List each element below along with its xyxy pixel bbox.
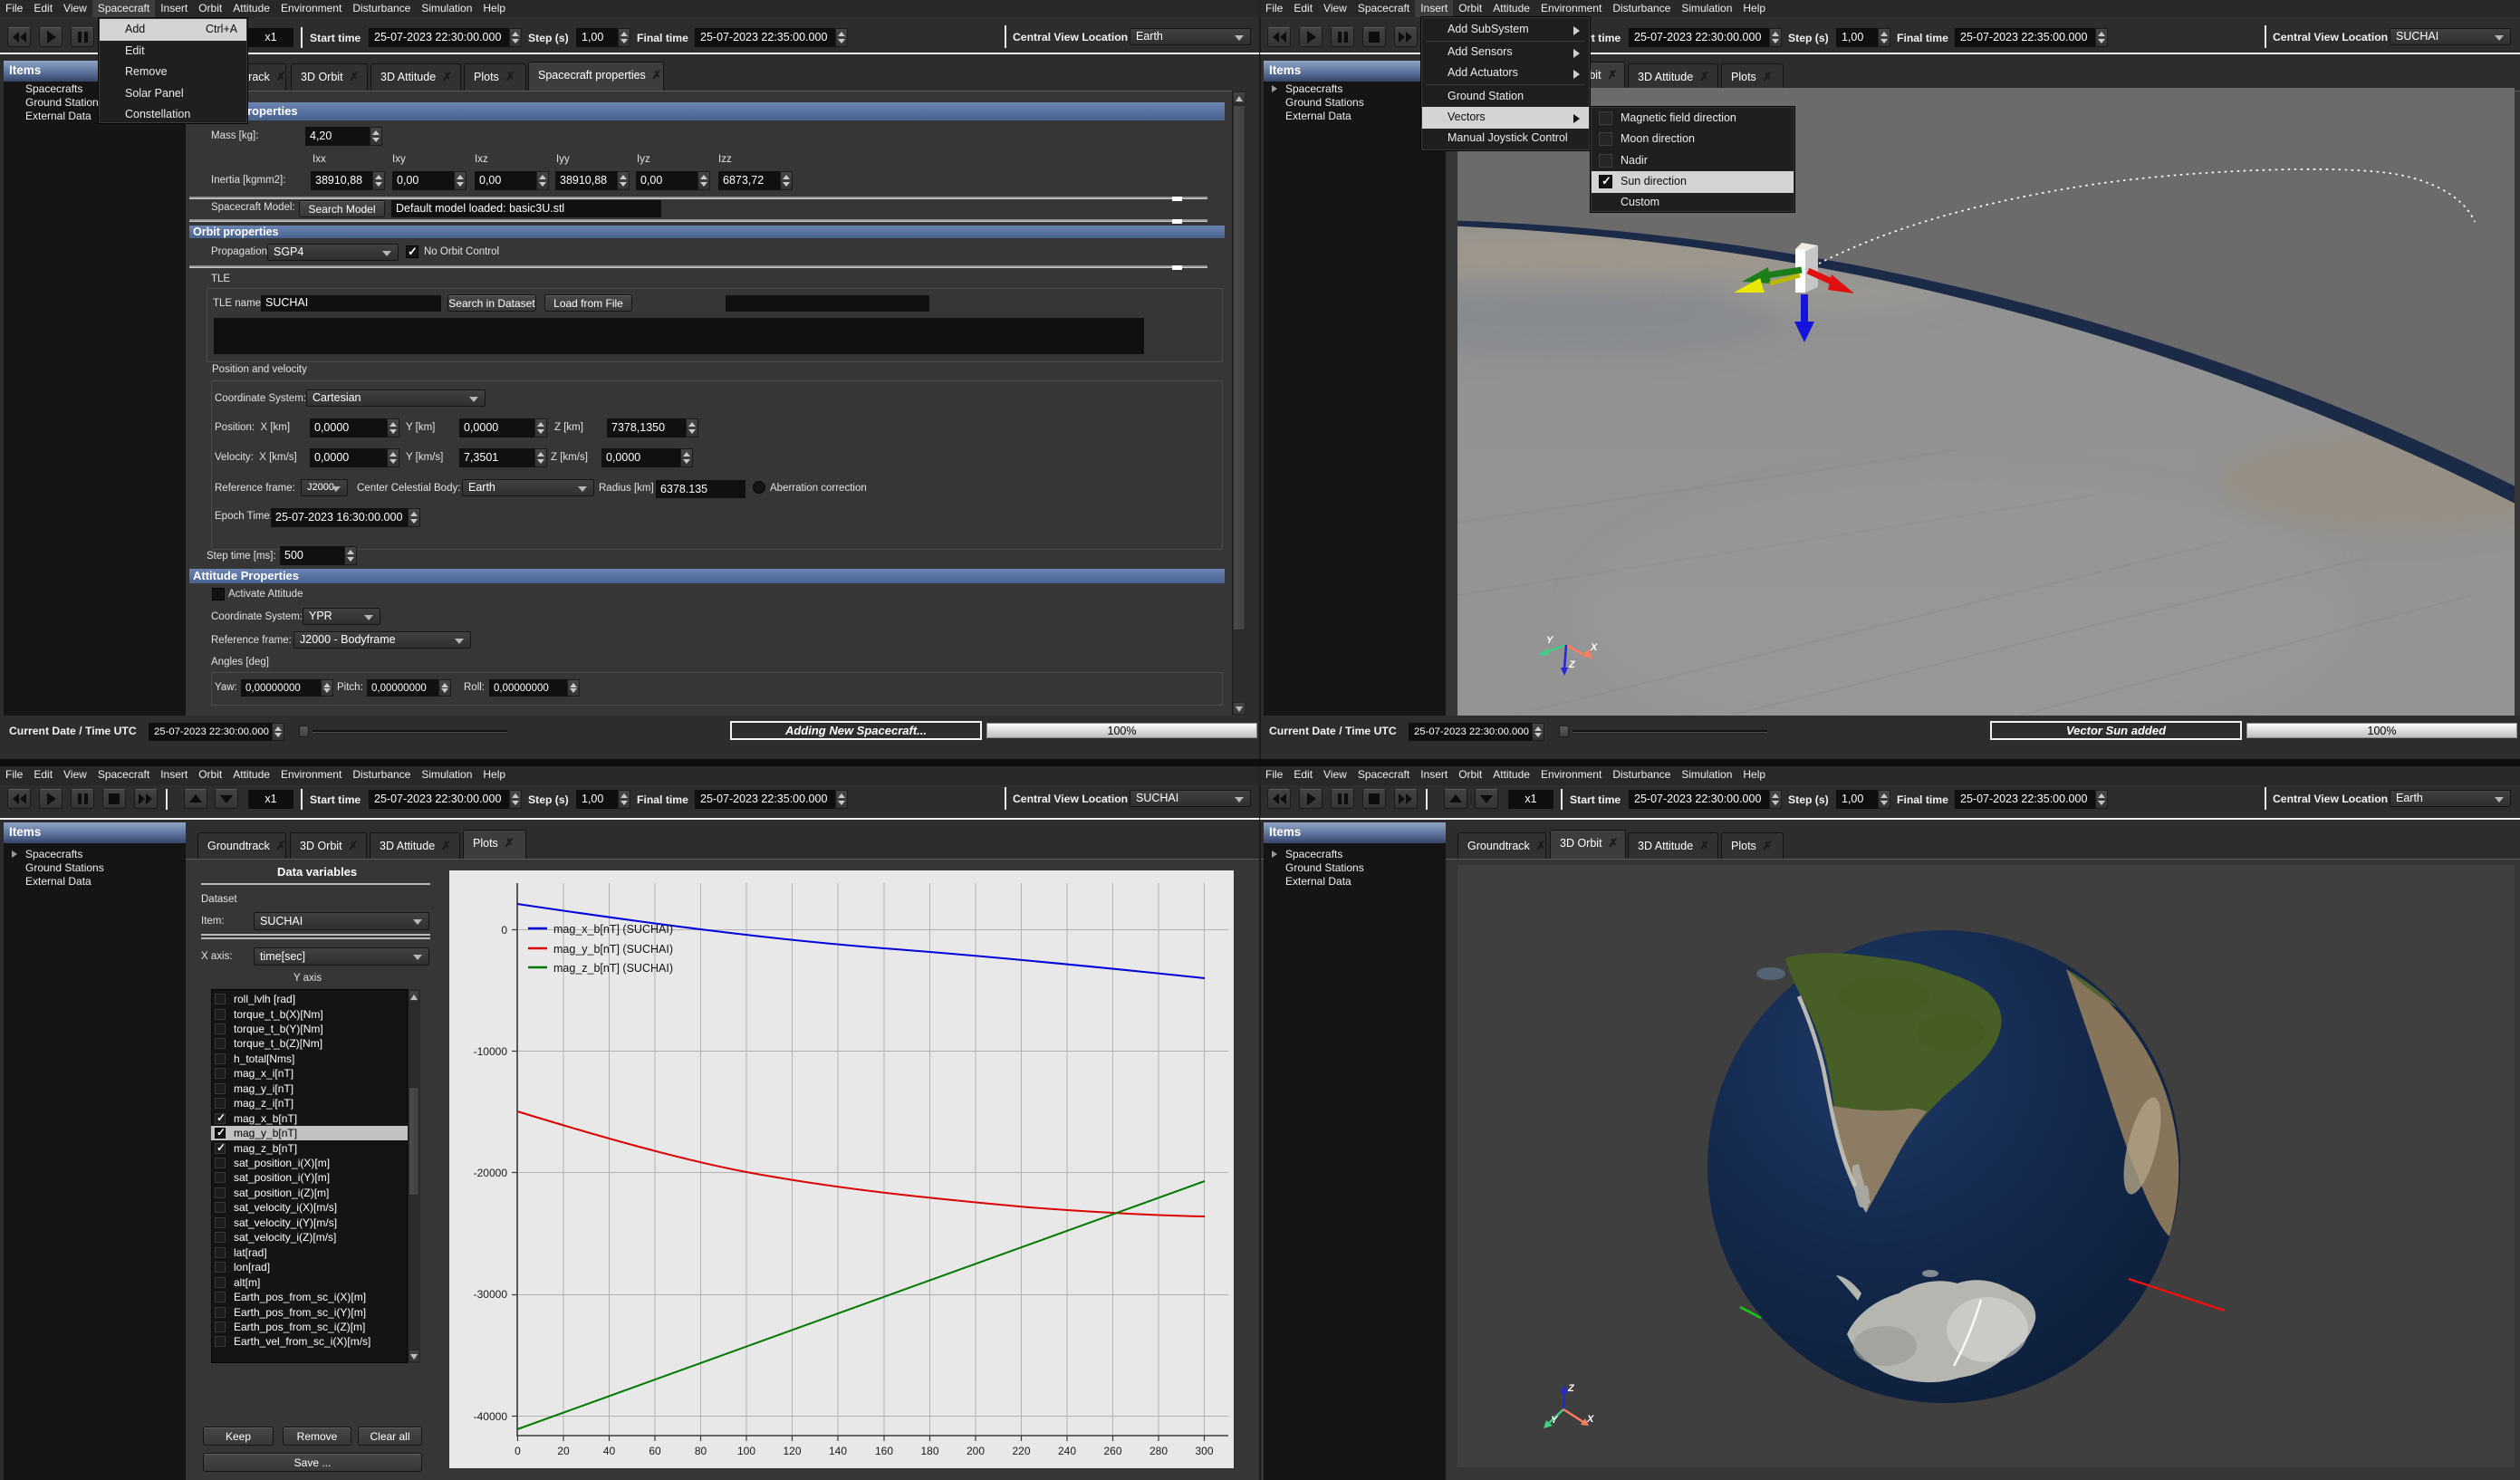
svg-text:X: X [1590,642,1598,653]
svg-text:60: 60 [649,1445,661,1457]
svg-text:0: 0 [515,1445,521,1457]
svg-text:200: 200 [967,1445,985,1457]
svg-text:-30000: -30000 [474,1288,508,1301]
svg-text:20: 20 [557,1445,570,1457]
svg-text:120: 120 [783,1445,801,1457]
svg-text:mag_x_b[nT] (SUCHAI): mag_x_b[nT] (SUCHAI) [553,923,673,936]
svg-text:300: 300 [1195,1445,1213,1457]
svg-text:100: 100 [737,1445,755,1457]
svg-text:180: 180 [920,1445,938,1457]
svg-text:240: 240 [1058,1445,1076,1457]
svg-text:X: X [1586,1414,1594,1425]
svg-text:220: 220 [1012,1445,1030,1457]
svg-text:mag_y_b[nT] (SUCHAI): mag_y_b[nT] (SUCHAI) [553,943,673,956]
svg-text:-40000: -40000 [474,1410,508,1423]
svg-text:Z: Z [1567,1383,1575,1394]
svg-text:Z: Z [1568,659,1576,670]
svg-text:-10000: -10000 [474,1045,508,1058]
svg-text:40: 40 [603,1445,616,1457]
svg-text:160: 160 [875,1445,893,1457]
svg-text:0: 0 [501,924,507,937]
svg-text:260: 260 [1103,1445,1121,1457]
svg-text:280: 280 [1149,1445,1168,1457]
svg-text:mag_z_b[nT] (SUCHAI): mag_z_b[nT] (SUCHAI) [553,962,673,975]
svg-text:-20000: -20000 [474,1167,508,1179]
svg-text:140: 140 [829,1445,847,1457]
svg-text:80: 80 [695,1445,707,1457]
